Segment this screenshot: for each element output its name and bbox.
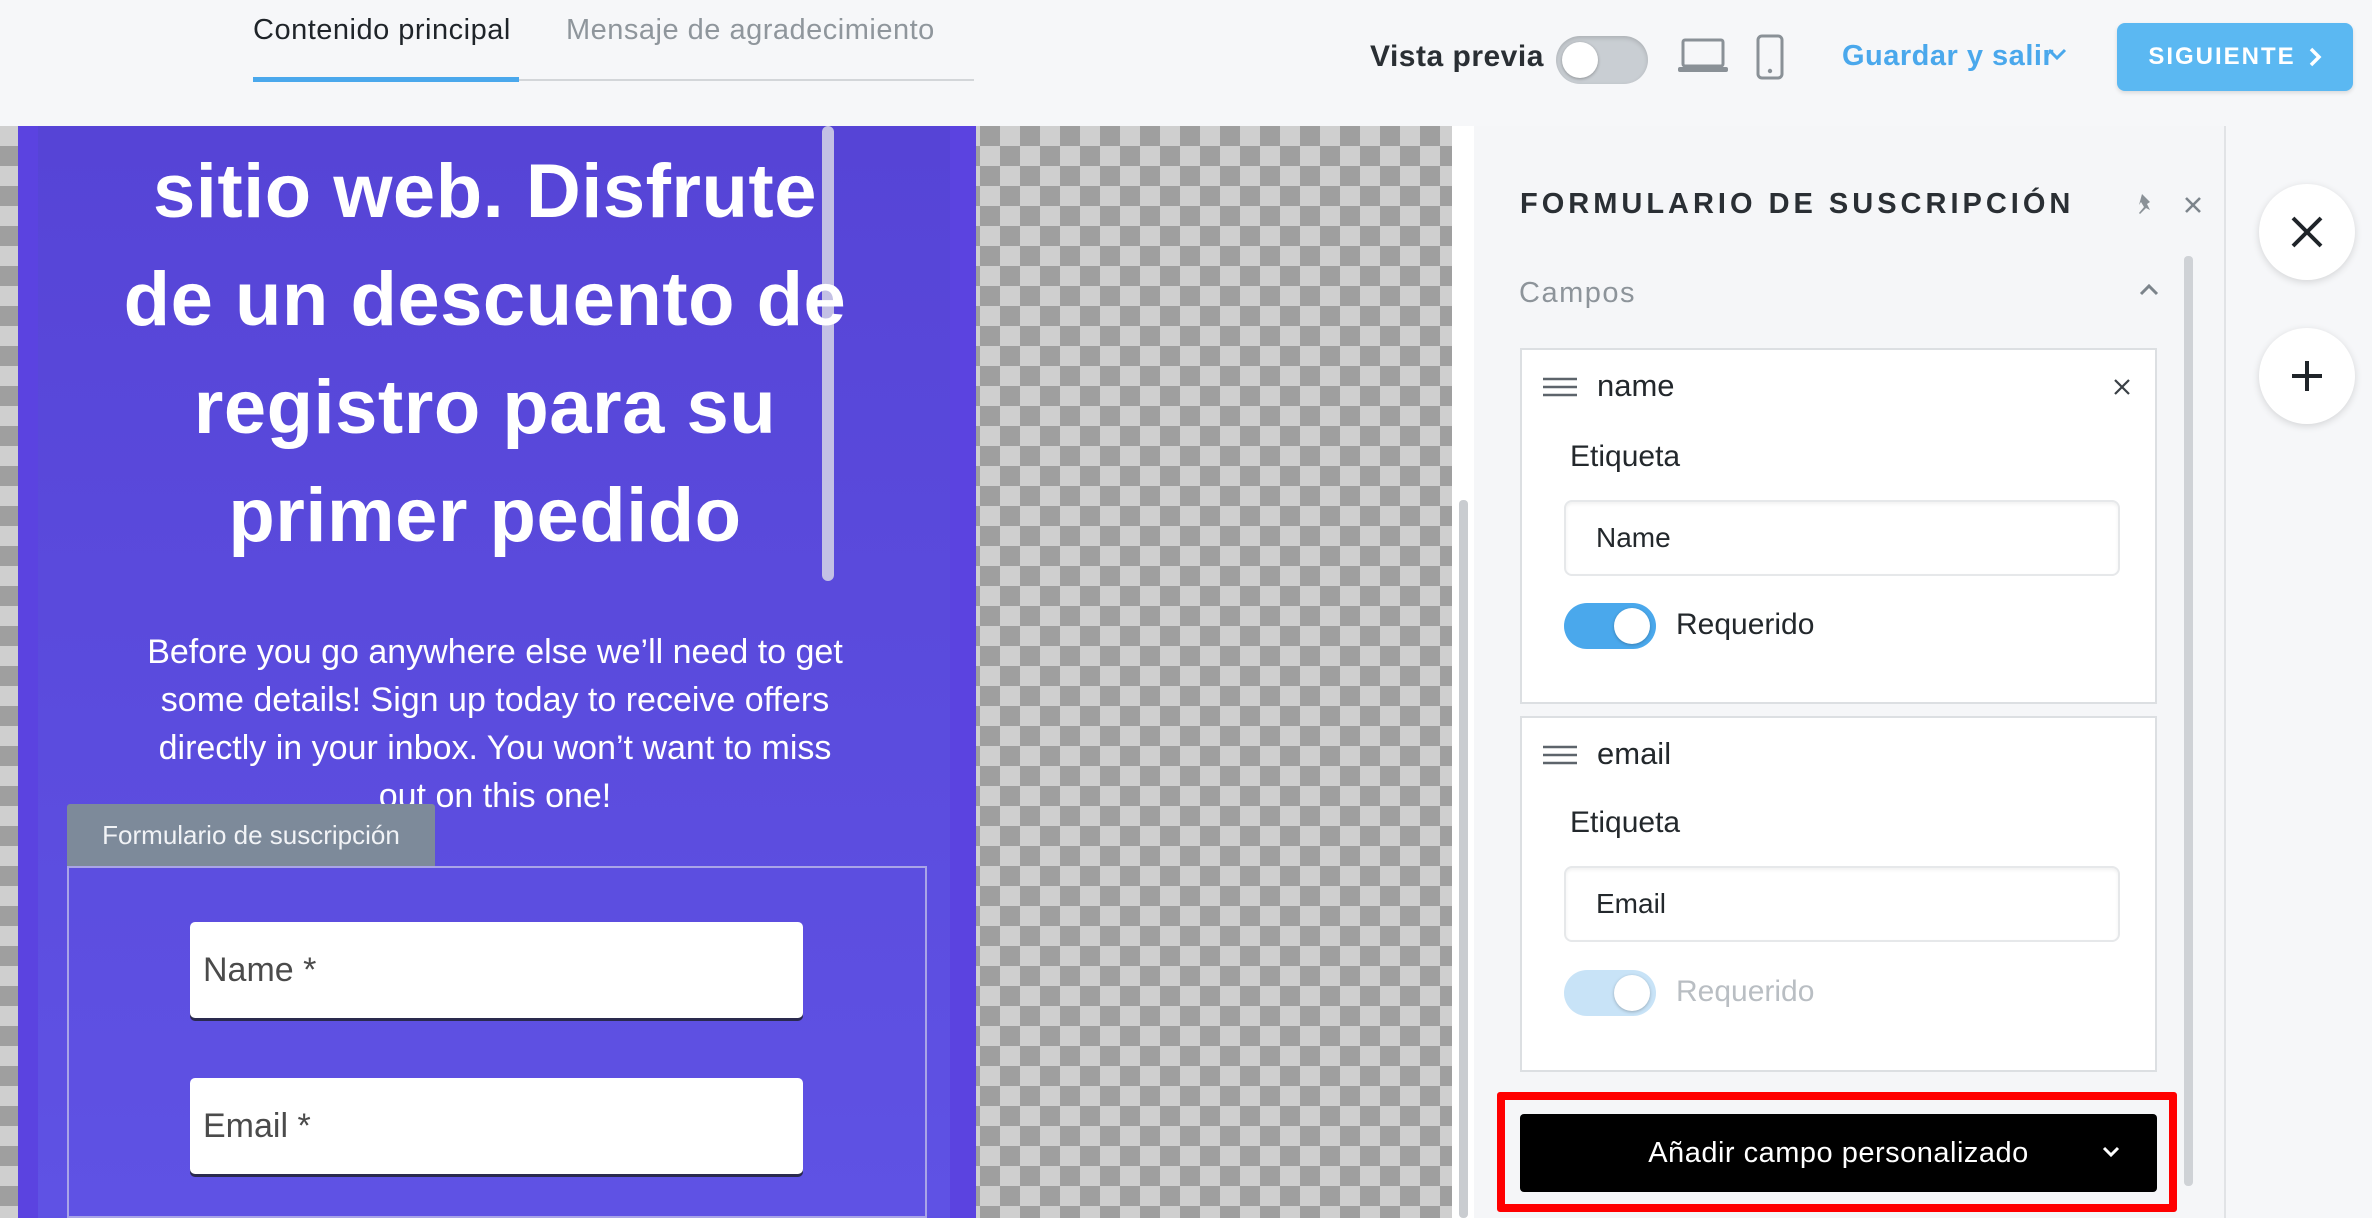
- drag-handle-icon[interactable]: [1542, 376, 1578, 398]
- field-key: email: [1597, 736, 1672, 771]
- label-caption: Etiqueta: [1570, 806, 1681, 839]
- panel-title: FORMULARIO DE SUSCRIPCIÓN: [1520, 188, 2075, 220]
- required-toggle-disabled: [1564, 970, 1656, 1016]
- close-panel-icon[interactable]: [2183, 195, 2203, 215]
- popup-headline[interactable]: sitio web. Disfrute de un descuento de r…: [115, 138, 855, 570]
- tab-thank-you-message[interactable]: Mensaje de agradecimiento: [566, 10, 974, 84]
- field-card-email: email Etiqueta Email Requerido: [1520, 716, 2157, 1072]
- plus-icon: [2292, 361, 2322, 391]
- tab-divider: [519, 79, 974, 81]
- chevron-down-icon[interactable]: [2101, 1145, 2121, 1159]
- signup-form-tag[interactable]: Formulario de suscripción: [67, 804, 435, 866]
- chevron-up-icon[interactable]: [2138, 283, 2160, 297]
- add-element-button[interactable]: [2259, 328, 2355, 424]
- toggle-knob: [1562, 42, 1598, 78]
- mobile-icon[interactable]: [1755, 34, 1785, 80]
- rail-divider: [2224, 126, 2226, 1218]
- preview-label: Vista previa: [1370, 40, 1544, 73]
- required-label: Requerido: [1676, 608, 1815, 641]
- drag-handle-icon[interactable]: [1542, 744, 1578, 766]
- required-toggle[interactable]: [1564, 603, 1656, 649]
- remove-field-icon[interactable]: [2113, 378, 2131, 396]
- save-and-exit-button[interactable]: Guardar y salir: [1842, 40, 2054, 73]
- canvas-scrollbar[interactable]: [1459, 500, 1468, 1218]
- panel-scrollbar[interactable]: [2184, 256, 2193, 1186]
- add-custom-field-button[interactable]: Añadir campo personalizado: [1520, 1114, 2157, 1192]
- label-input[interactable]: Name: [1564, 500, 2120, 576]
- fields-section-label[interactable]: Campos: [1519, 277, 1636, 310]
- required-label: Requerido: [1676, 975, 1815, 1008]
- top-bar: Contenido principal Mensaje de agradecim…: [0, 0, 2372, 126]
- popup-name-input[interactable]: Name *: [190, 922, 803, 1018]
- label-caption: Etiqueta: [1570, 440, 1681, 473]
- popup-email-input[interactable]: Email *: [190, 1078, 803, 1174]
- toggle-knob: [1614, 608, 1650, 644]
- chevron-down-icon[interactable]: [2046, 46, 2068, 62]
- close-icon: [2291, 216, 2323, 248]
- next-button-label: SIGUIENTE: [2148, 43, 2296, 70]
- label-input[interactable]: Email: [1564, 866, 2120, 942]
- field-key: name: [1597, 368, 1675, 403]
- field-card-name: name Etiqueta Name Requerido: [1520, 348, 2157, 704]
- desktop-icon[interactable]: [1677, 36, 1729, 76]
- pin-icon[interactable]: [2134, 192, 2156, 216]
- active-tab-indicator: [253, 77, 519, 82]
- close-editor-button[interactable]: [2259, 184, 2355, 280]
- chevron-right-icon: [2309, 47, 2322, 67]
- preview-toggle[interactable]: [1556, 36, 1648, 84]
- next-button[interactable]: SIGUIENTE: [2117, 23, 2353, 91]
- popup-body-text[interactable]: Before you go anywhere else we’ll need t…: [145, 628, 845, 820]
- toggle-knob: [1614, 975, 1650, 1011]
- tab-main-content[interactable]: Contenido principal: [253, 10, 519, 84]
